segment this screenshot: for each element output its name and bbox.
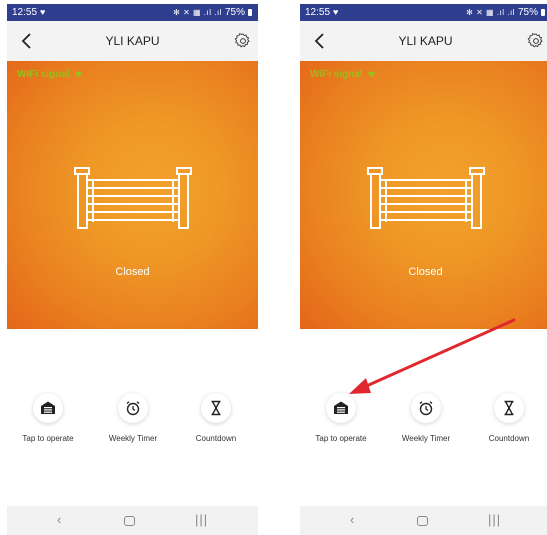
countdown-button[interactable]: Countdown (474, 393, 544, 443)
battery-percent: 75% (224, 7, 245, 18)
status-bar: 12:55 ♥ ✻ ✕ ▦ .ıl .ıl 75% (7, 4, 258, 21)
settings-gear-icon[interactable] (234, 32, 252, 50)
system-nav-bar: ‹ ||| (300, 506, 547, 535)
tap-to-operate-label: Tap to operate (315, 434, 367, 443)
wifi-signal-label: WiFi signal (310, 69, 363, 80)
weekly-timer-button[interactable]: Weekly Timer (391, 393, 461, 443)
system-nav-bar: ‹ ||| (7, 506, 258, 535)
gate-hero-panel: WiFi signal Closed (7, 61, 258, 329)
tap-to-operate-button[interactable]: Tap to operate (306, 393, 376, 443)
alarm-clock-icon (419, 401, 433, 416)
countdown-label: Countdown (488, 434, 530, 443)
gate-illustration-icon (367, 167, 485, 229)
device-title: YLI KAPU (105, 34, 160, 48)
wifi-icon (74, 71, 83, 78)
nav-home-icon[interactable] (124, 516, 135, 526)
system-icons: ✻ ✕ ▦ .ıl .ıl (173, 8, 222, 17)
weekly-timer-label: Weekly Timer (108, 434, 158, 443)
device-title: YLI KAPU (398, 34, 453, 48)
nav-home-icon[interactable] (417, 516, 428, 526)
status-time: 12:55 (305, 7, 331, 18)
gate-illustration-icon (74, 167, 192, 229)
system-icons: ✻ ✕ ▦ .ıl .ıl (466, 8, 515, 17)
phone-screenshot-after: 12:55 ♥ ✻ ✕ ▦ .ıl .ıl 75% YLI KAPU WiFi … (300, 0, 547, 535)
tap-to-operate-label: Tap to operate (22, 434, 74, 443)
gate-status-text: Closed (408, 266, 443, 278)
status-time: 12:55 (12, 7, 38, 18)
wifi-signal-label: WiFi signal (17, 69, 70, 80)
nav-recent-apps-icon[interactable]: ||| (195, 512, 208, 527)
gate-hero-panel: WiFi signal Closed (300, 61, 547, 329)
battery-percent: 75% (517, 7, 538, 18)
phone-screenshot-before: 12:55 ♥ ✻ ✕ ▦ .ıl .ıl 75% YLI KAPU WiFi … (7, 0, 258, 535)
status-bar: 12:55 ♥ ✻ ✕ ▦ .ıl .ıl 75% (300, 4, 547, 21)
app-bar: YLI KAPU (7, 21, 258, 61)
nav-back-icon[interactable]: ‹ (57, 512, 61, 527)
gate-status-text: Closed (115, 266, 150, 278)
weekly-timer-button[interactable]: Weekly Timer (98, 393, 168, 443)
countdown-button[interactable]: Countdown (181, 393, 251, 443)
nav-recent-apps-icon[interactable]: ||| (488, 512, 501, 527)
weekly-timer-label: Weekly Timer (401, 434, 451, 443)
hourglass-icon (504, 400, 514, 416)
control-row: Tap to operate Weekly Timer Countdown (7, 393, 258, 453)
garage-icon (334, 401, 348, 414)
notification-icon: ♥ (333, 7, 339, 17)
control-row: Tap to operate Weekly Timer Countdown (300, 393, 547, 453)
battery-icon (248, 9, 252, 16)
wifi-icon (367, 71, 376, 78)
battery-icon (541, 9, 545, 16)
settings-gear-icon[interactable] (527, 32, 545, 50)
app-bar: YLI KAPU (300, 21, 547, 61)
countdown-label: Countdown (195, 434, 237, 443)
garage-icon (41, 401, 55, 414)
alarm-clock-icon (126, 401, 140, 416)
notification-icon: ♥ (40, 7, 46, 17)
nav-back-icon[interactable]: ‹ (350, 512, 354, 527)
hourglass-icon (211, 400, 221, 416)
tap-to-operate-button[interactable]: Tap to operate (13, 393, 83, 443)
